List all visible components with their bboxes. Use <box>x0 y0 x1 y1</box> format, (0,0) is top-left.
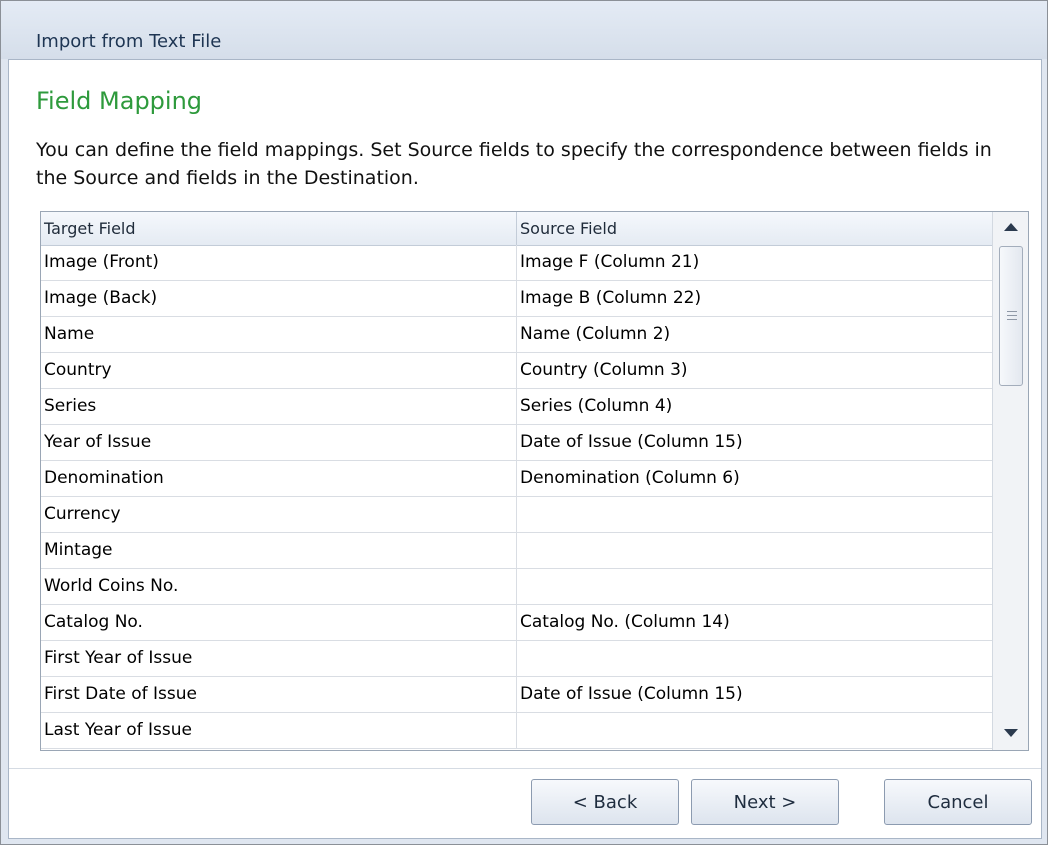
source-field-cell[interactable]: Date of Issue (Column 15) <box>517 425 992 460</box>
table-row[interactable]: Mintage <box>41 533 992 569</box>
column-header-target-field[interactable]: Target Field <box>41 212 517 245</box>
source-field-cell[interactable]: Country (Column 3) <box>517 353 992 388</box>
window-title: Import from Text File <box>36 31 222 52</box>
source-field-cell[interactable] <box>517 569 992 604</box>
table-row[interactable]: Catalog No. Catalog No. (Column 14) <box>41 605 992 641</box>
table-row[interactable]: Image (Front) Image F (Column 21) <box>41 245 992 281</box>
table-row[interactable]: Last Year of Issue <box>41 713 992 749</box>
target-field-cell[interactable]: Series <box>41 389 517 424</box>
vertical-scrollbar[interactable] <box>992 212 1028 750</box>
table-row[interactable]: Series Series (Column 4) <box>41 389 992 425</box>
target-field-cell[interactable]: World Coins No. <box>41 569 517 604</box>
target-field-cell[interactable]: Image (Front) <box>41 245 517 280</box>
target-field-cell[interactable]: Catalog No. <box>41 605 517 640</box>
table-row[interactable]: World Coins No. <box>41 569 992 605</box>
target-field-cell[interactable]: Mintage <box>41 533 517 568</box>
source-field-cell[interactable]: Image B (Column 22) <box>517 281 992 316</box>
source-field-cell[interactable]: Name (Column 2) <box>517 317 992 352</box>
table-row[interactable]: Denomination Denomination (Column 6) <box>41 461 992 497</box>
back-button[interactable]: < Back <box>531 779 679 825</box>
cancel-button[interactable]: Cancel <box>884 779 1032 825</box>
table-row[interactable]: First Date of Issue Date of Issue (Colum… <box>41 677 992 713</box>
grid-header: Target Field Source Field <box>41 212 992 246</box>
scroll-up-button[interactable] <box>993 212 1028 244</box>
target-field-cell[interactable]: Name <box>41 317 517 352</box>
target-field-cell[interactable]: Year of Issue <box>41 425 517 460</box>
target-field-cell[interactable]: Country <box>41 353 517 388</box>
footer-divider <box>9 768 1041 769</box>
target-field-cell[interactable]: Currency <box>41 497 517 532</box>
table-row[interactable]: First Year of Issue <box>41 641 992 677</box>
target-field-cell[interactable]: First Year of Issue <box>41 641 517 676</box>
source-field-cell[interactable] <box>517 713 992 748</box>
dialog-content: Field Mapping You can define the field m… <box>8 59 1042 839</box>
target-field-cell[interactable]: Denomination <box>41 461 517 496</box>
page-description: You can define the field mappings. Set S… <box>36 139 992 189</box>
source-field-cell[interactable]: Image F (Column 21) <box>517 245 992 280</box>
table-row[interactable]: Currency <box>41 497 992 533</box>
source-field-cell[interactable] <box>517 641 992 676</box>
target-field-cell[interactable]: Image (Back) <box>41 281 517 316</box>
source-field-cell[interactable] <box>517 497 992 532</box>
table-row[interactable]: Year of Issue Date of Issue (Column 15) <box>41 425 992 461</box>
source-field-cell[interactable]: Catalog No. (Column 14) <box>517 605 992 640</box>
scroll-down-button[interactable] <box>993 718 1028 750</box>
field-mapping-grid: Target Field Source Field Image (Front) … <box>40 211 1029 751</box>
target-field-cell[interactable]: Last Year of Issue <box>41 713 517 748</box>
scroll-thumb[interactable] <box>999 246 1023 386</box>
page-title: Field Mapping <box>36 87 203 115</box>
grip-icon <box>1007 311 1017 323</box>
source-field-cell[interactable]: Denomination (Column 6) <box>517 461 992 496</box>
source-field-cell[interactable] <box>517 533 992 568</box>
arrow-down-icon <box>1003 729 1018 737</box>
column-header-source-field[interactable]: Source Field <box>517 212 992 245</box>
target-field-cell[interactable]: First Date of Issue <box>41 677 517 712</box>
table-row[interactable]: Image (Back) Image B (Column 22) <box>41 281 992 317</box>
source-field-cell[interactable]: Date of Issue (Column 15) <box>517 677 992 712</box>
title-bar: Import from Text File <box>1 1 1047 59</box>
source-field-cell[interactable]: Series (Column 4) <box>517 389 992 424</box>
table-row[interactable]: Country Country (Column 3) <box>41 353 992 389</box>
table-row[interactable]: Name Name (Column 2) <box>41 317 992 353</box>
arrow-up-icon <box>1003 223 1018 231</box>
import-dialog: Import from Text File Field Mapping You … <box>0 0 1048 845</box>
next-button[interactable]: Next > <box>691 779 839 825</box>
grid-rows: Image (Front) Image F (Column 21) Image … <box>41 245 992 749</box>
